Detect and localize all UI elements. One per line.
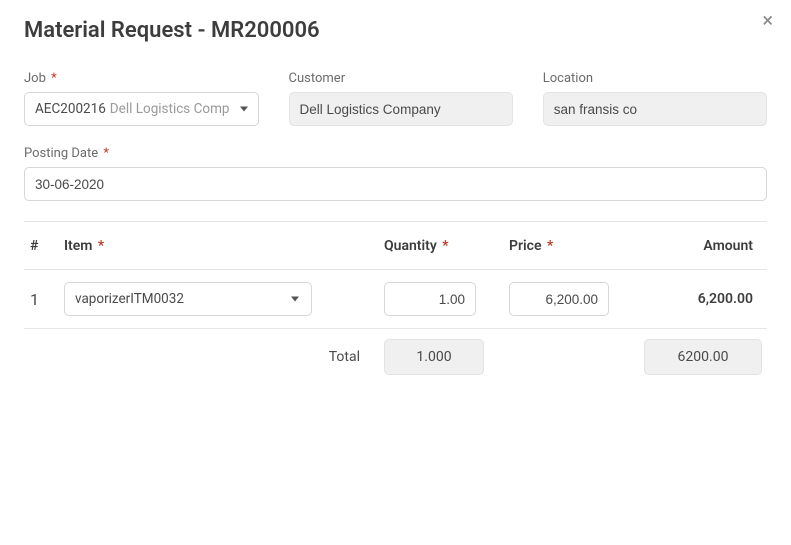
total-amount: 6200.00 [644, 339, 762, 375]
col-header-price-text: Price [509, 238, 542, 254]
totals-row: Total 1.000 6200.00 [24, 329, 767, 385]
col-header-quantity-text: Quantity [384, 238, 437, 254]
required-indicator: * [442, 238, 448, 254]
job-dropdown[interactable]: AEC200216 Dell Logistics Comp [24, 92, 259, 126]
location-field [543, 92, 767, 126]
required-indicator: * [51, 71, 57, 86]
job-selected-main: AEC200216 [35, 101, 106, 117]
chevron-down-icon [240, 107, 248, 112]
col-header-item: Item * [64, 238, 384, 254]
col-header-amount: Amount [634, 238, 767, 254]
quantity-input[interactable] [384, 282, 476, 316]
posting-date-input[interactable] [24, 167, 767, 201]
table-row: 1 vaporizer ITM0032 6,200.00 [24, 270, 767, 328]
item-dropdown[interactable]: vaporizer ITM0032 [64, 282, 312, 316]
total-quantity: 1.000 [384, 339, 484, 375]
items-table: # Item * Quantity * Price * Amount 1 vap… [24, 221, 767, 329]
required-indicator: * [547, 238, 553, 254]
posting-date-label-text: Posting Date [24, 146, 98, 161]
total-label: Total [24, 349, 384, 365]
close-icon[interactable]: × [762, 10, 773, 30]
col-header-price: Price * [509, 238, 634, 254]
col-header-item-text: Item [64, 238, 92, 254]
required-indicator: * [98, 238, 104, 254]
col-header-idx: # [24, 238, 64, 254]
item-name: vaporizer [75, 291, 130, 307]
amount-cell: 6,200.00 [634, 291, 767, 307]
job-label: Job * [24, 71, 259, 86]
chevron-down-icon [291, 297, 299, 302]
page-title: Material Request - MR200006 [24, 18, 767, 43]
item-code: ITM0032 [130, 291, 184, 307]
job-selected-sub: Dell Logistics Comp [110, 101, 230, 117]
location-label: Location [543, 71, 767, 86]
price-input[interactable] [509, 282, 609, 316]
col-header-quantity: Quantity * [384, 238, 509, 254]
customer-label: Customer [289, 71, 513, 86]
customer-field [289, 92, 513, 126]
posting-date-label: Posting Date * [24, 146, 767, 161]
required-indicator: * [103, 146, 109, 161]
job-label-text: Job [24, 71, 46, 86]
row-index: 1 [24, 290, 64, 309]
